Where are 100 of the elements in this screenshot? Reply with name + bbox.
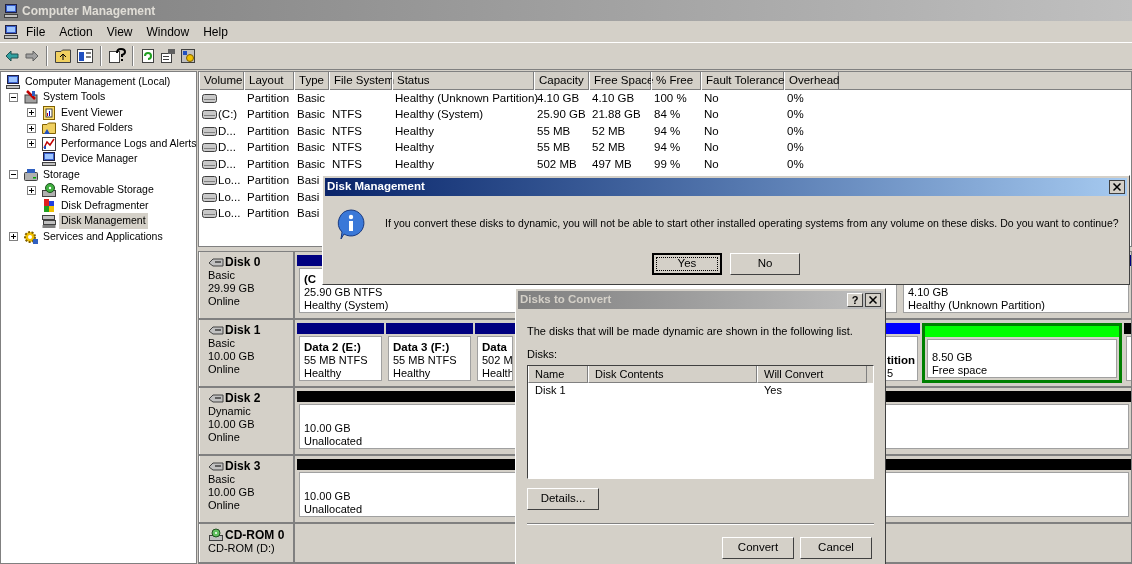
partition-size: 5 bbox=[887, 367, 894, 380]
partition-title: Data 2 (E:) bbox=[304, 341, 361, 354]
table-cell-text: Partition bbox=[247, 189, 290, 205]
table-cell-text: No bbox=[704, 90, 719, 106]
table-cell-text: Lo... bbox=[218, 173, 241, 189]
partition-size: 10.00 GB bbox=[304, 422, 351, 435]
partition-size: 55 MB NTFS bbox=[304, 354, 368, 367]
partition-title: Data 3 (F:) bbox=[393, 341, 450, 354]
table-cell-text: Basic bbox=[297, 107, 326, 123]
table-cell-text: Basi bbox=[297, 206, 320, 222]
table-cell-text: NTFS bbox=[332, 123, 363, 139]
disk-info: Online bbox=[208, 295, 241, 308]
list-label: Disks: bbox=[527, 346, 557, 362]
table-cell-text: Basic bbox=[297, 140, 326, 156]
table-cell-text: Basic bbox=[297, 123, 326, 139]
table-cell-text: 0% bbox=[787, 90, 804, 106]
table-cell-text: 497 MB bbox=[592, 156, 632, 172]
table-cell-text: D... bbox=[218, 156, 236, 172]
table-cell-text: Lo... bbox=[218, 206, 241, 222]
table-cell-text: D... bbox=[218, 140, 236, 156]
disk-name: CD-ROM 0 bbox=[225, 529, 285, 542]
table-cell-text: No bbox=[704, 107, 719, 123]
table-cell-text: Healthy (System) bbox=[395, 107, 484, 123]
disk-name: Disk 2 bbox=[225, 392, 261, 405]
partition-size: 25.90 GB NTFS bbox=[304, 286, 383, 299]
table-cell-text: 99 % bbox=[654, 156, 681, 172]
table-cell-text: 0% bbox=[787, 123, 804, 139]
table-cell-text: 4.10 GB bbox=[592, 90, 635, 106]
table-cell-text: Healthy bbox=[395, 123, 434, 139]
table-cell-text: Partition bbox=[247, 206, 290, 222]
table-cell-text: 84 % bbox=[654, 107, 681, 123]
table-cell-text: No bbox=[704, 156, 719, 172]
table-cell-text: Basi bbox=[297, 173, 320, 189]
disk-name: Disk 3 bbox=[225, 460, 261, 473]
disk-name: Disk 1 bbox=[225, 324, 261, 337]
disk-info: 29.99 GB bbox=[208, 282, 256, 295]
table-cell-text: Lo... bbox=[218, 189, 241, 205]
table-cell-text: 55 MB bbox=[537, 140, 571, 156]
disk-info: CD-ROM (D:) bbox=[208, 542, 276, 555]
table-cell-text: 0% bbox=[787, 156, 804, 172]
disk-info: Online bbox=[208, 363, 241, 376]
table-cell-text: Healthy (Unknown Partition) bbox=[395, 90, 539, 106]
table-cell-text: 52 MB bbox=[592, 123, 626, 139]
table-cell-text: (C:) bbox=[218, 107, 238, 123]
table-cell-text: Partition bbox=[247, 123, 290, 139]
partition-size: 8.50 GB bbox=[932, 351, 973, 364]
partition-status: Healthy bbox=[304, 367, 342, 380]
partition-size: 502 M bbox=[482, 354, 512, 367]
partition-status: Unallocated bbox=[304, 435, 363, 448]
table-cell-text: 21.88 GB bbox=[592, 107, 641, 123]
table-cell-text: Healthy bbox=[395, 140, 434, 156]
table-cell-text: 94 % bbox=[654, 123, 681, 139]
table-cell-text: 52 MB bbox=[592, 140, 626, 156]
table-cell-text: 502 MB bbox=[537, 156, 577, 172]
table-cell-text: D... bbox=[218, 123, 236, 139]
table-cell-text: Basic bbox=[297, 90, 326, 106]
disk-info: Basic bbox=[208, 473, 236, 486]
table-cell-text: Partition bbox=[247, 173, 290, 189]
dialog-title: Disks to Convert bbox=[520, 292, 613, 308]
table-cell-text: NTFS bbox=[332, 107, 363, 123]
table-cell: Disk 1 bbox=[535, 384, 566, 397]
partition-status: Healthy (Unknown Partition) bbox=[908, 299, 1045, 312]
disk-info: Basic bbox=[208, 337, 236, 350]
disk-info: 10.00 GB bbox=[208, 350, 256, 363]
dialog-message: If you convert these disks to dynamic, you will not be able to start other installed operating systems from any volume on these disks. Do you want to continue? bbox=[385, 216, 1119, 232]
dialog-text: The disks that will be made dynamic are shown in the following list. bbox=[527, 324, 853, 339]
table-cell-text: 25.90 GB bbox=[537, 107, 586, 123]
table-cell-text: 100 % bbox=[654, 90, 687, 106]
table-cell-text: NTFS bbox=[332, 140, 363, 156]
table-cell-text: NTFS bbox=[332, 156, 363, 172]
disk-info: Basic bbox=[208, 269, 236, 282]
table-cell-text: 4.10 GB bbox=[537, 90, 580, 106]
partition-title: (C bbox=[304, 273, 317, 286]
partition-status: Free space bbox=[932, 364, 988, 377]
table-cell-text: Basic bbox=[297, 156, 326, 172]
disk-info: 10.00 GB bbox=[208, 418, 256, 431]
table-cell-text: 0% bbox=[787, 140, 804, 156]
table-cell-text: Basi bbox=[297, 189, 320, 205]
table-cell-text: No bbox=[704, 123, 719, 139]
partition-status: Healthy (System) bbox=[304, 299, 389, 312]
disk-info: Dynamic bbox=[208, 405, 252, 418]
table-cell-text: Partition bbox=[247, 90, 290, 106]
partition-title: Data bbox=[482, 341, 507, 354]
partition-status: Unallocated bbox=[304, 503, 363, 516]
table-cell-text: 0% bbox=[787, 107, 804, 123]
disk-name: Disk 0 bbox=[225, 256, 261, 269]
table-cell-text: Healthy bbox=[395, 156, 434, 172]
table-cell-text: Partition bbox=[247, 140, 290, 156]
dialog-title: Disk Management bbox=[327, 179, 426, 195]
table-cell-text: No bbox=[704, 140, 719, 156]
window-title: Computer Management bbox=[22, 2, 156, 20]
disk-info: Online bbox=[208, 431, 241, 444]
partition-size: 55 MB NTFS bbox=[393, 354, 457, 367]
partition-status: Healthy bbox=[393, 367, 431, 380]
table-cell-text: 55 MB bbox=[537, 123, 571, 139]
table-cell-text: Partition bbox=[247, 156, 290, 172]
disk-info: Online bbox=[208, 499, 241, 512]
partition-size: 10.00 GB bbox=[304, 490, 351, 503]
table-cell: Yes bbox=[764, 384, 782, 397]
disk-info: 10.00 GB bbox=[208, 486, 256, 499]
